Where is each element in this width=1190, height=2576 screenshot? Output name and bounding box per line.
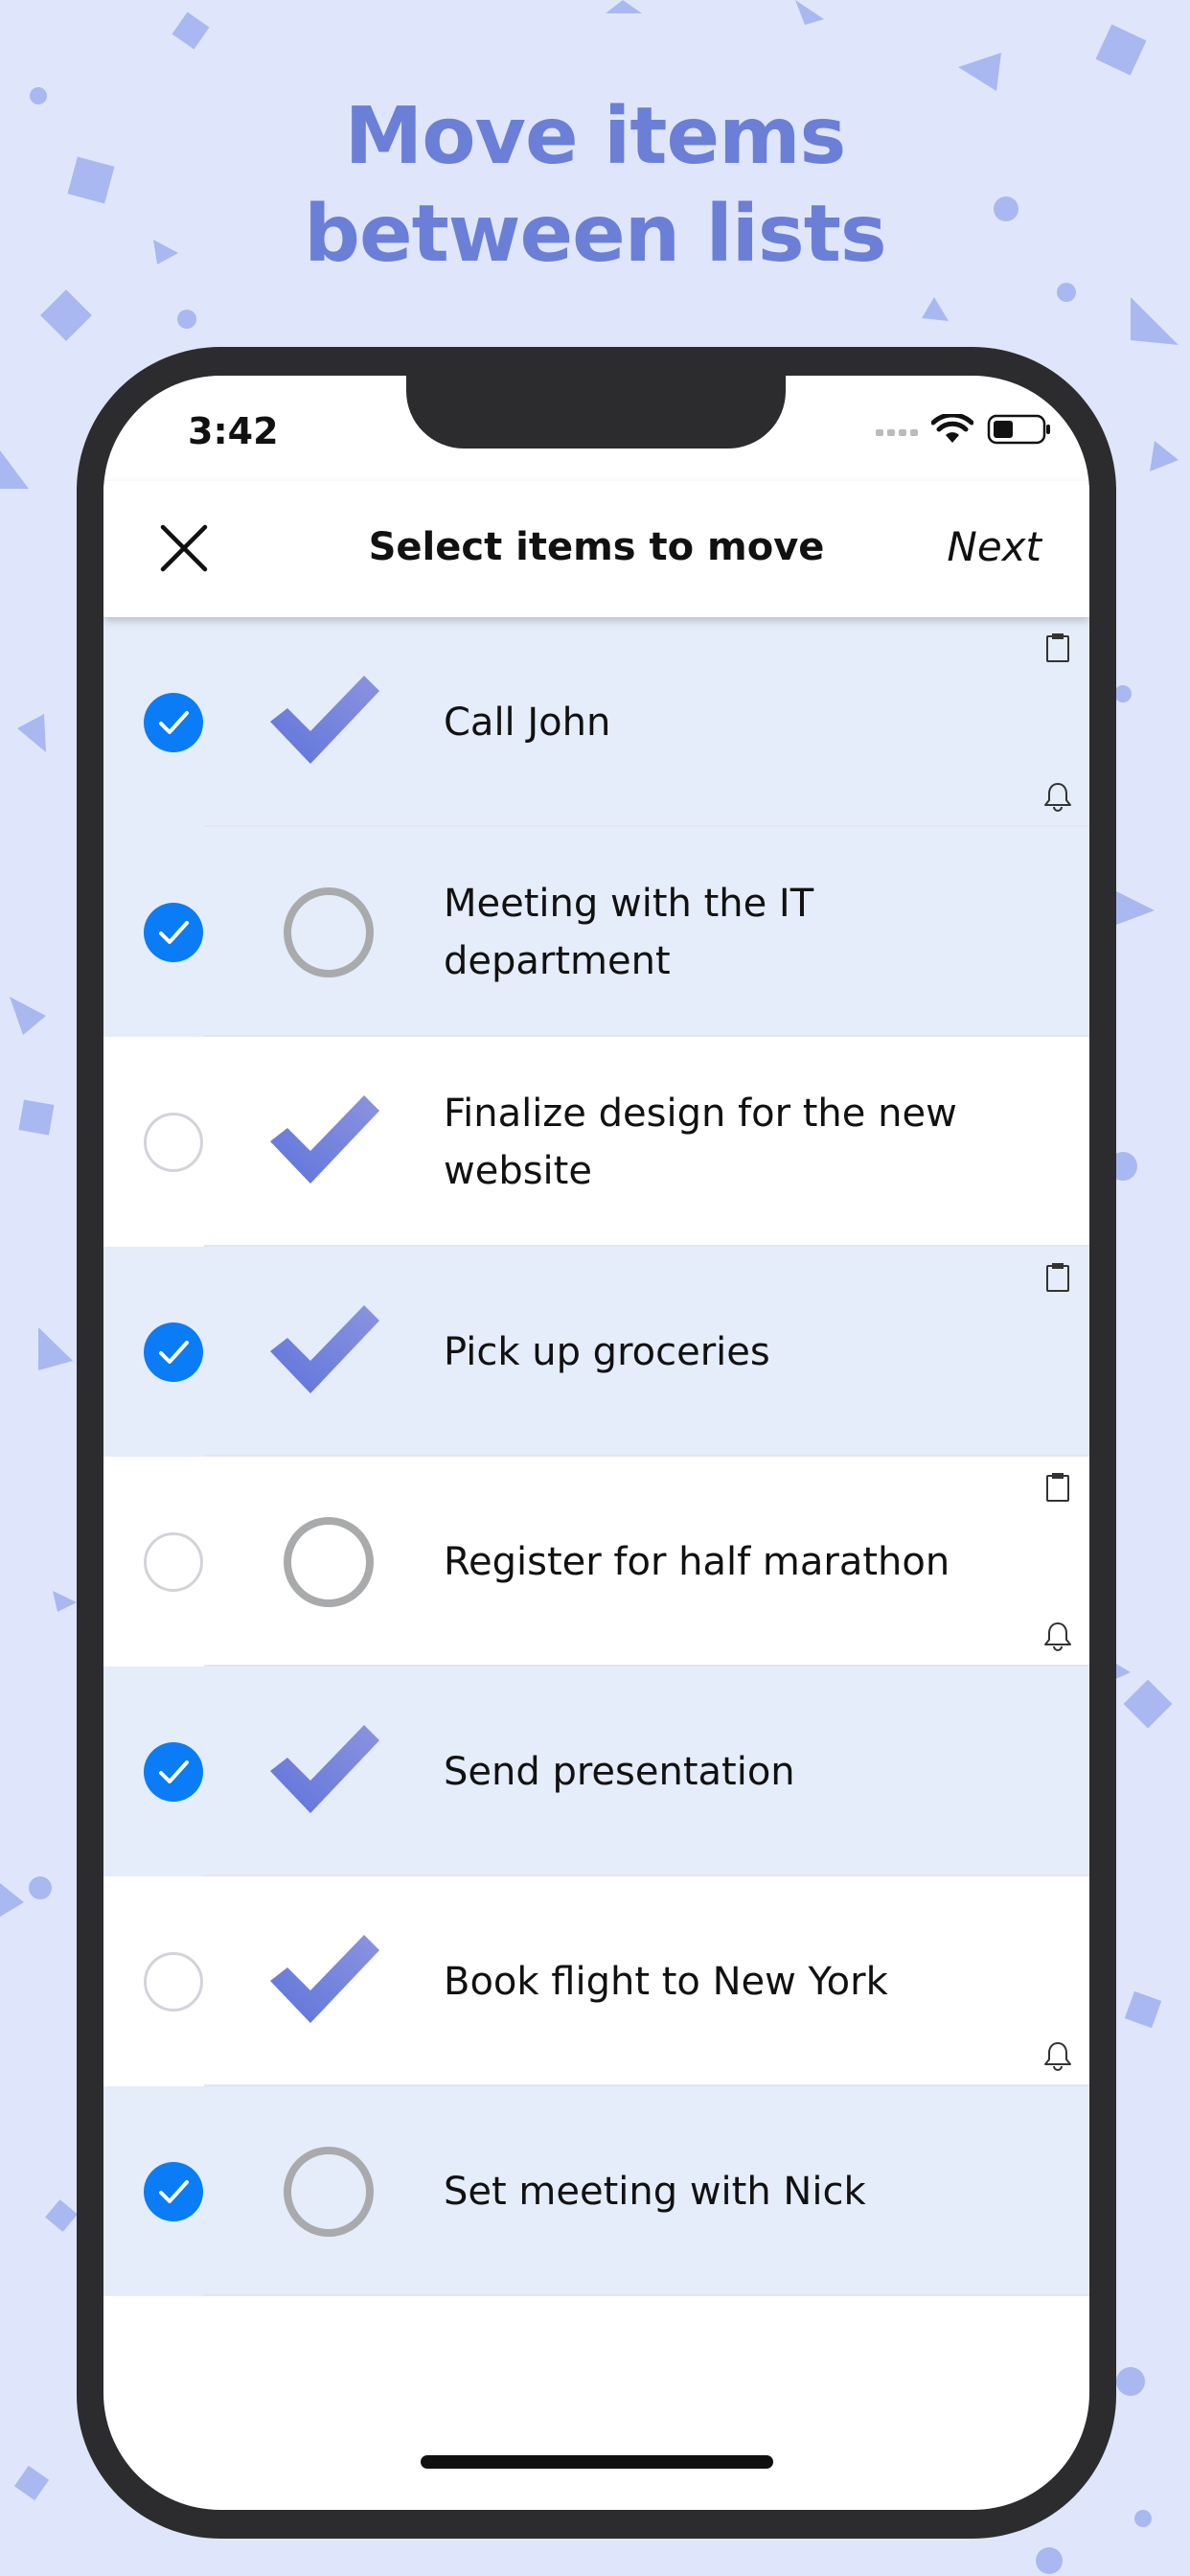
- status-time: 3:42: [188, 410, 279, 452]
- reminder-bell-icon: [1044, 2042, 1071, 2071]
- task-title: Register for half marathon: [444, 1539, 950, 1584]
- task-title: Set meeting with Nick: [444, 2169, 866, 2214]
- selection-checkbox-checked[interactable]: [144, 2161, 203, 2221]
- selected-check-icon: [159, 1340, 189, 1364]
- task-row[interactable]: Register for half marathon: [103, 1457, 1089, 1667]
- note-icon: [1046, 1473, 1069, 1502]
- selection-checkbox-checked[interactable]: [144, 902, 203, 962]
- row-divider: [204, 2294, 1089, 2296]
- completion-status[interactable]: [266, 2139, 391, 2244]
- incomplete-circle-icon: [284, 886, 374, 978]
- reminder-bell-icon: [1044, 783, 1071, 812]
- reminder-bell-icon: [1044, 1622, 1071, 1651]
- task-title: Call John: [444, 700, 611, 745]
- cellular-signal-icon: [876, 429, 918, 436]
- selection-checkbox[interactable]: [144, 1531, 203, 1592]
- selection-checkbox[interactable]: [144, 1112, 203, 1172]
- completion-status[interactable]: [266, 1509, 391, 1615]
- incomplete-circle-icon: [284, 1516, 374, 1607]
- completion-status[interactable]: [266, 670, 391, 775]
- page-title: Select items to move: [368, 525, 825, 569]
- headline-line-1: Move items: [344, 91, 847, 182]
- task-row[interactable]: Set meeting with Nick: [103, 2086, 1089, 2296]
- headline-line-2: between lists: [304, 189, 886, 280]
- task-list: Call John Meeting with the IT department F…: [103, 617, 1089, 2296]
- selection-checkbox-checked[interactable]: [144, 692, 203, 752]
- phone-screen: 3:42 Select items to move Next Call John…: [103, 376, 1089, 2510]
- completion-status[interactable]: [266, 1300, 391, 1405]
- task-title: Book flight to New York: [444, 1959, 888, 2004]
- headline: Move items between lists: [0, 88, 1190, 284]
- task-row[interactable]: Send presentation: [103, 1667, 1089, 1876]
- completed-check-icon: [270, 1724, 379, 1813]
- task-row[interactable]: Pick up groceries: [103, 1247, 1089, 1457]
- battery-icon: [987, 414, 1050, 445]
- phone-frame: 3:42 Select items to move Next Call John…: [77, 347, 1116, 2539]
- task-title: Meeting with the IT department: [444, 881, 814, 983]
- completed-check-icon: [270, 1094, 379, 1184]
- selected-check-icon: [159, 920, 189, 944]
- completed-check-icon: [270, 1934, 379, 2023]
- completed-check-icon: [270, 1304, 379, 1393]
- completion-status[interactable]: [266, 1719, 391, 1825]
- completed-check-icon: [270, 675, 379, 764]
- note-icon: [1046, 633, 1069, 662]
- completion-status[interactable]: [266, 1090, 391, 1195]
- task-title: Finalize design for the new website: [444, 1091, 957, 1193]
- task-row[interactable]: Finalize design for the new website: [103, 1037, 1089, 1247]
- selected-check-icon: [159, 2179, 189, 2203]
- selection-checkbox-checked[interactable]: [144, 1322, 203, 1382]
- wifi-icon: [931, 414, 973, 443]
- completion-status[interactable]: [266, 1929, 391, 2035]
- home-indicator[interactable]: [421, 2455, 773, 2469]
- selection-checkbox-checked[interactable]: [144, 1741, 203, 1802]
- completion-status[interactable]: [266, 880, 391, 985]
- incomplete-circle-icon: [284, 2146, 374, 2237]
- selection-checkbox[interactable]: [144, 1951, 203, 2012]
- task-row[interactable]: Meeting with the IT department: [103, 827, 1089, 1037]
- task-row[interactable]: Book flight to New York: [103, 1876, 1089, 2086]
- task-title: Send presentation: [444, 1749, 795, 1794]
- phone-notch: [406, 376, 786, 448]
- next-button[interactable]: Next: [947, 523, 1041, 570]
- selected-check-icon: [159, 1760, 189, 1783]
- nav-bar: Select items to move Next: [103, 481, 1089, 617]
- task-title: Pick up groceries: [444, 1329, 770, 1374]
- task-row[interactable]: Call John: [103, 617, 1089, 827]
- note-icon: [1046, 1263, 1069, 1292]
- selected-check-icon: [159, 710, 189, 734]
